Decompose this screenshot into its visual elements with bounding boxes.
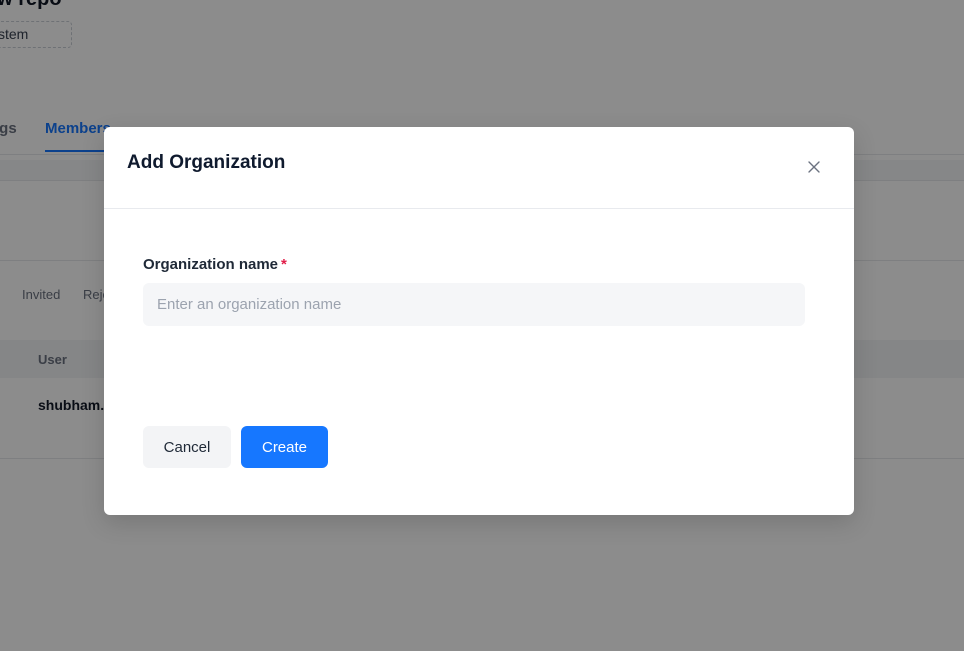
- organization-name-label: Organization name *: [143, 256, 287, 273]
- close-button[interactable]: [804, 159, 824, 179]
- dialog-title: Add Organization: [127, 152, 286, 173]
- organization-name-input[interactable]: [143, 283, 805, 326]
- create-button[interactable]: Create: [241, 426, 328, 468]
- organization-name-label-text: Organization name: [143, 256, 279, 273]
- dialog-header: Add Organization: [104, 127, 854, 209]
- required-indicator: *: [281, 256, 287, 273]
- close-icon: [808, 160, 820, 178]
- cancel-button[interactable]: Cancel: [143, 426, 231, 468]
- add-organization-dialog: Add Organization Organization name* Canc…: [104, 127, 854, 515]
